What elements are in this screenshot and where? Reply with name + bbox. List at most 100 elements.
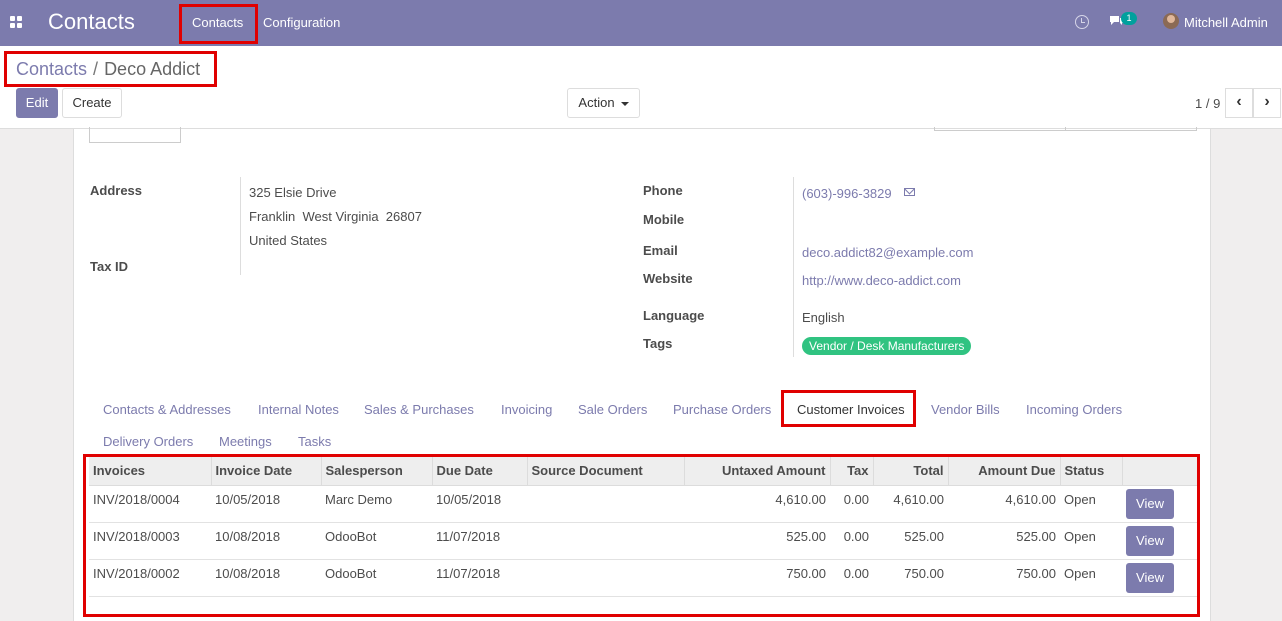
control-panel: Contacts / Deco Addict Edit Create Action …: [0, 46, 1282, 129]
salesperson: Marc Demo: [321, 484, 432, 522]
source-document: [527, 484, 684, 522]
column-header[interactable]: Source Document: [526, 457, 684, 485]
taxid-label: Tax ID: [90, 259, 129, 274]
tab-customer-invoices[interactable]: Customer Invoices: [797, 402, 905, 417]
tab-delivery-orders[interactable]: Delivery Orders: [103, 434, 193, 449]
salesperson: OdooBot: [321, 558, 432, 597]
action-label: Action: [578, 95, 615, 110]
apps-icon[interactable]: [10, 16, 23, 29]
column-header[interactable]: Invoice Date: [210, 457, 321, 485]
chat-badge: 1: [1121, 12, 1137, 25]
breadcrumb-current: Deco Addict: [104, 59, 201, 79]
tax: 0.00: [830, 558, 873, 597]
tab-sales-purchases[interactable]: Sales & Purchases: [364, 402, 474, 417]
avatar[interactable]: [1163, 13, 1179, 29]
due-date: 11/07/2018: [432, 521, 527, 559]
create-button[interactable]: Create: [62, 88, 122, 118]
tag-badge: Vendor / Desk Manufacturers: [802, 337, 972, 355]
invoice-number: INV/2018/0002: [89, 558, 211, 597]
field-divider: [793, 177, 794, 357]
breadcrumb-separator: /: [93, 59, 99, 79]
source-document: [527, 521, 684, 559]
menu-contacts[interactable]: Contacts: [192, 15, 243, 30]
pager-next-button[interactable]: ›: [1253, 88, 1281, 118]
tab-incoming-orders[interactable]: Incoming Orders: [1026, 402, 1122, 417]
untaxed-amount: 750.00: [684, 558, 830, 597]
invoice-number: INV/2018/0003: [89, 521, 211, 559]
table-row[interactable]: INV/2018/0003 10/08/2018 OdooBot 11/07/2…: [89, 521, 1197, 559]
due-date: 11/07/2018: [432, 558, 527, 597]
view-button[interactable]: View: [1126, 562, 1174, 593]
language-label: Language: [643, 308, 705, 323]
view-button[interactable]: View: [1126, 488, 1174, 519]
invoice-number: INV/2018/0004: [89, 484, 211, 522]
phone-link[interactable]: (603)-996-3829: [802, 186, 892, 201]
app-title: Contacts: [48, 9, 135, 34]
column-header[interactable]: Total: [872, 457, 948, 485]
view-button[interactable]: View: [1126, 525, 1174, 556]
email-link[interactable]: deco.addict82@example.com: [802, 245, 973, 260]
tax: 0.00: [830, 521, 873, 559]
edit-button[interactable]: Edit: [16, 88, 58, 118]
tab-purchase-orders[interactable]: Purchase Orders: [673, 402, 771, 417]
language-value: English: [802, 310, 845, 325]
status: Open: [1060, 558, 1122, 597]
sms-icon[interactable]: [904, 188, 915, 196]
breadcrumb-parent[interactable]: Contacts: [16, 59, 87, 79]
clock-icon[interactable]: [1075, 15, 1089, 29]
column-header[interactable]: Invoices: [89, 457, 211, 485]
address-label: Address: [90, 183, 143, 198]
pager-previous-button[interactable]: ‹: [1225, 88, 1253, 118]
pager-value[interactable]: 1 / 9: [1195, 96, 1220, 111]
column-header[interactable]: Due Date: [431, 457, 527, 485]
tab-sale-orders[interactable]: Sale Orders: [578, 402, 647, 417]
city-line: Franklin West Virginia 26807: [249, 209, 422, 224]
column-header[interactable]: Status: [1059, 457, 1122, 485]
action-dropdown[interactable]: Action: [567, 88, 640, 118]
due-date: 10/05/2018: [432, 484, 527, 522]
stat-buttons-stub[interactable]: [934, 127, 1197, 131]
source-document: [527, 558, 684, 597]
website-link[interactable]: http://www.deco-addict.com: [802, 273, 961, 288]
amount-due: 4,610.00: [948, 484, 1060, 522]
column-header[interactable]: Tax: [829, 457, 873, 485]
website-label: Website: [643, 271, 693, 286]
stat-button-stub[interactable]: [89, 127, 181, 143]
breadcrumb: Contacts / Deco Addict: [16, 59, 200, 80]
column-header[interactable]: Untaxed Amount: [683, 457, 830, 485]
table-row[interactable]: INV/2018/0004 10/05/2018 Marc Demo 10/05…: [89, 484, 1197, 522]
status: Open: [1060, 521, 1122, 559]
column-header: [1121, 457, 1197, 485]
form-sheet: Address 325 Elsie Drive Franklin West Vi…: [73, 127, 1211, 621]
table-row[interactable]: INV/2018/0002 10/08/2018 OdooBot 11/07/2…: [89, 558, 1197, 597]
caret-down-icon: [620, 101, 629, 106]
country: United States: [249, 233, 328, 248]
invoice-date: 10/08/2018: [211, 521, 321, 559]
tab-tasks[interactable]: Tasks: [298, 434, 331, 449]
tax: 0.00: [830, 484, 873, 522]
salesperson: OdooBot: [321, 521, 432, 559]
field-divider: [240, 177, 241, 275]
mobile-label: Mobile: [643, 212, 685, 227]
invoice-date: 10/08/2018: [211, 558, 321, 597]
column-header[interactable]: Salesperson: [320, 457, 432, 485]
invoices-table: Invoices Invoice Date Salesperson Due Da…: [89, 457, 1197, 597]
user-menu[interactable]: Mitchell Admin: [1184, 15, 1268, 30]
top-navbar: Contacts Contacts Configuration 1 Mitche…: [0, 0, 1282, 46]
tab-meetings[interactable]: Meetings: [219, 434, 272, 449]
tab-invoicing[interactable]: Invoicing: [501, 402, 552, 417]
email-label: Email: [643, 243, 678, 258]
tags-label: Tags: [643, 336, 673, 351]
total: 4,610.00: [873, 484, 948, 522]
tab-internal-notes[interactable]: Internal Notes: [258, 402, 339, 417]
street: 325 Elsie Drive: [249, 185, 337, 200]
invoice-date: 10/05/2018: [211, 484, 321, 522]
tab-contacts-addresses[interactable]: Contacts & Addresses: [103, 402, 231, 417]
column-header[interactable]: Amount Due: [947, 457, 1060, 485]
tab-vendor-bills[interactable]: Vendor Bills: [931, 402, 1000, 417]
total: 750.00: [873, 558, 948, 597]
untaxed-amount: 525.00: [684, 521, 830, 559]
menu-configuration[interactable]: Configuration: [263, 15, 340, 30]
status: Open: [1060, 484, 1122, 522]
phone-label: Phone: [643, 183, 683, 198]
